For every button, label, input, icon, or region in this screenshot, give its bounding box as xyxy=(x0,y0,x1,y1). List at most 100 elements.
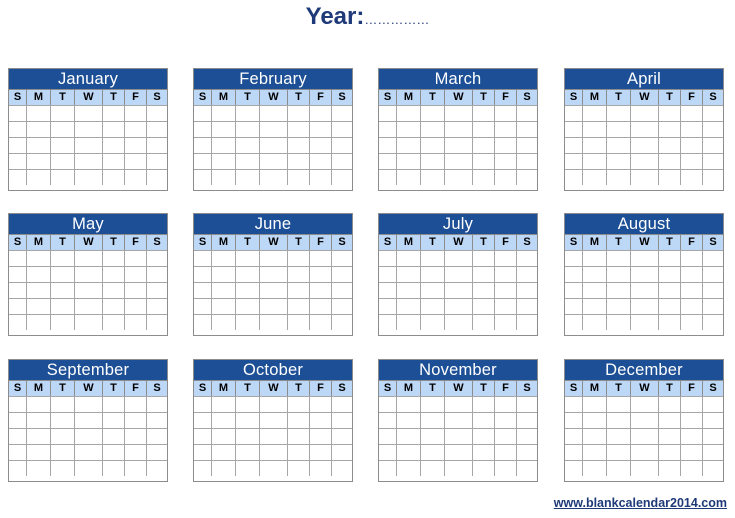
weekday-label: M xyxy=(582,235,606,250)
day-cell xyxy=(287,412,309,428)
day-cell xyxy=(582,412,606,428)
day-cell xyxy=(606,153,630,169)
day-cell xyxy=(235,105,259,121)
day-cell xyxy=(211,396,235,412)
day-cell xyxy=(124,460,146,476)
day-cell xyxy=(702,314,723,330)
day-cell xyxy=(259,444,287,460)
day-cell xyxy=(702,282,723,298)
day-cell xyxy=(146,250,167,266)
day-cell xyxy=(444,298,472,314)
day-cell xyxy=(494,460,516,476)
day-cell xyxy=(50,105,74,121)
day-cell xyxy=(211,444,235,460)
day-grid xyxy=(9,105,167,185)
day-cell xyxy=(420,250,444,266)
day-cell xyxy=(102,169,124,185)
day-cell xyxy=(331,444,352,460)
day-cell xyxy=(194,105,211,121)
weekday-label: F xyxy=(309,235,331,250)
day-cell xyxy=(74,460,102,476)
day-cell xyxy=(211,153,235,169)
day-cell xyxy=(680,314,702,330)
weekday-label: W xyxy=(74,235,102,250)
day-cell xyxy=(102,298,124,314)
day-cell xyxy=(379,105,396,121)
weekday-label: F xyxy=(124,90,146,105)
weekday-header: SMTWTFS xyxy=(194,380,352,396)
day-cell xyxy=(309,444,331,460)
month-january: January S M T W T F S xyxy=(8,68,168,191)
day-cell xyxy=(287,137,309,153)
day-cell xyxy=(26,266,50,282)
weekday-label: S xyxy=(702,235,723,250)
day-cell xyxy=(74,121,102,137)
day-cell xyxy=(658,314,680,330)
day-cell xyxy=(516,298,537,314)
day-cell xyxy=(494,250,516,266)
weekday-label: T xyxy=(102,235,124,250)
day-cell xyxy=(50,412,74,428)
day-cell xyxy=(494,137,516,153)
month-name: August xyxy=(565,214,723,234)
day-cell xyxy=(235,412,259,428)
day-grid xyxy=(565,396,723,476)
day-cell xyxy=(309,153,331,169)
day-cell xyxy=(50,396,74,412)
day-cell xyxy=(331,428,352,444)
weekday-header: SMTWTFS xyxy=(379,89,537,105)
day-cell xyxy=(50,282,74,298)
day-cell xyxy=(287,460,309,476)
day-cell xyxy=(630,460,658,476)
weekday-label: S xyxy=(331,90,352,105)
weekday-label: T xyxy=(420,381,444,396)
day-cell xyxy=(124,412,146,428)
weekday-label: M xyxy=(211,235,235,250)
day-cell xyxy=(9,121,26,137)
day-cell xyxy=(494,396,516,412)
day-cell xyxy=(331,266,352,282)
day-cell xyxy=(606,396,630,412)
day-cell xyxy=(102,153,124,169)
footer-link[interactable]: www.blankcalendar2014.com xyxy=(554,496,727,510)
day-cell xyxy=(582,396,606,412)
day-cell xyxy=(74,282,102,298)
day-cell xyxy=(680,282,702,298)
day-cell xyxy=(396,137,420,153)
day-cell xyxy=(235,137,259,153)
day-cell xyxy=(331,298,352,314)
day-cell xyxy=(26,298,50,314)
weekday-header: SMTWTFS xyxy=(9,89,167,105)
day-cell xyxy=(516,121,537,137)
day-cell xyxy=(259,137,287,153)
day-cell xyxy=(630,396,658,412)
day-cell xyxy=(124,169,146,185)
day-cell xyxy=(444,121,472,137)
day-cell xyxy=(472,460,494,476)
weekday-label: S xyxy=(13,382,22,394)
day-cell xyxy=(658,137,680,153)
day-cell xyxy=(331,169,352,185)
day-cell xyxy=(124,282,146,298)
day-cell xyxy=(287,121,309,137)
day-cell xyxy=(309,105,331,121)
day-cell xyxy=(516,428,537,444)
weekday-label: F xyxy=(494,235,516,250)
day-cell xyxy=(420,137,444,153)
day-cell xyxy=(235,298,259,314)
weekday-label: M xyxy=(26,90,50,105)
day-cell xyxy=(146,105,167,121)
weekday-label: S xyxy=(383,91,392,103)
day-cell xyxy=(259,412,287,428)
weekday-label: M xyxy=(26,235,50,250)
day-cell xyxy=(379,314,396,330)
day-cell xyxy=(658,169,680,185)
day-cell xyxy=(211,266,235,282)
day-cell xyxy=(444,266,472,282)
day-cell xyxy=(680,412,702,428)
day-cell xyxy=(50,169,74,185)
day-cell xyxy=(309,250,331,266)
weekday-label: T xyxy=(50,235,74,250)
day-cell xyxy=(146,266,167,282)
day-cell xyxy=(194,412,211,428)
